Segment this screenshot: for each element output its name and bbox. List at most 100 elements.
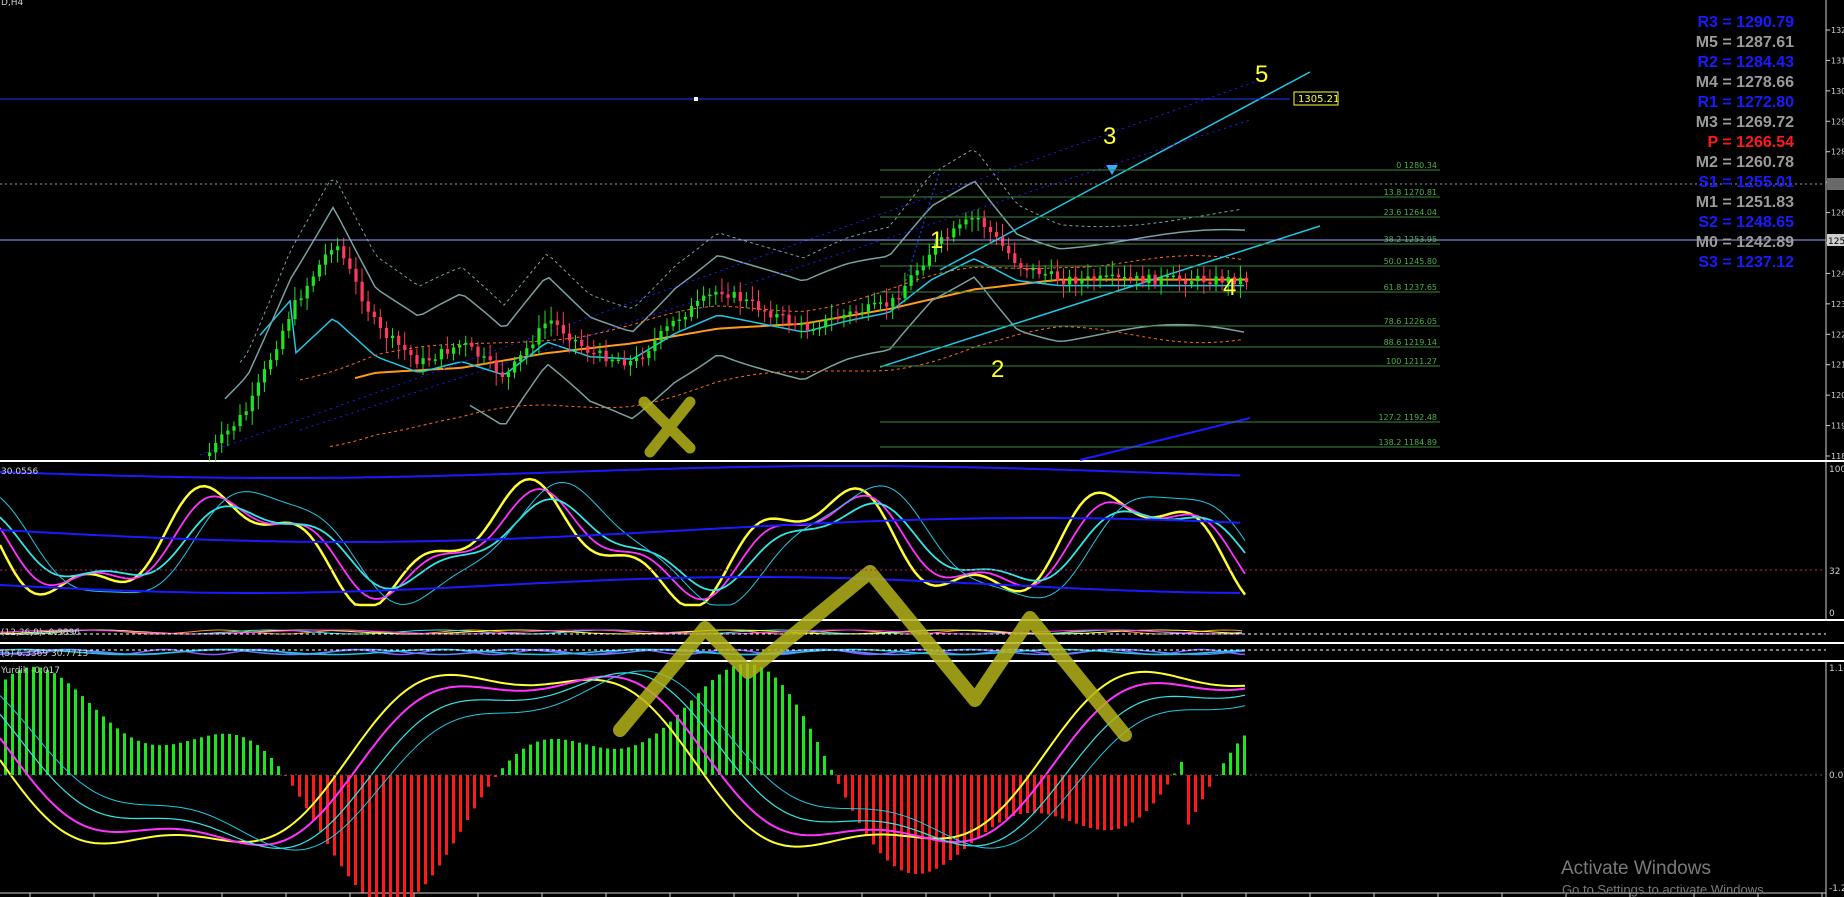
- candle-body: [830, 317, 834, 320]
- candle-body: [1013, 253, 1017, 264]
- wave-label-3: 3: [1103, 123, 1116, 150]
- candle-body: [244, 411, 248, 415]
- histogram-bar: [1159, 775, 1162, 795]
- candle-body: [1092, 276, 1096, 281]
- candle-body: [482, 356, 486, 358]
- candle-body: [683, 316, 687, 320]
- candle-body: [494, 360, 498, 373]
- histogram-bar: [851, 775, 854, 811]
- pivot-m2: M2 = 1260.78: [1695, 154, 1794, 171]
- histogram-bar: [501, 768, 504, 775]
- histogram-bar: [249, 740, 252, 775]
- candle-body: [610, 359, 614, 362]
- candle-body: [970, 218, 974, 220]
- candle-body: [1245, 277, 1249, 283]
- candle-body: [665, 326, 669, 332]
- wave-label-5: 5: [1255, 61, 1268, 88]
- histogram-bar: [1124, 775, 1127, 827]
- histogram-bar: [382, 775, 385, 897]
- histogram-bar: [1145, 775, 1148, 812]
- stoch-tick-0: 0: [1829, 609, 1835, 619]
- histogram-bar: [1243, 735, 1246, 775]
- candle-body: [836, 317, 840, 320]
- candle-body: [976, 217, 980, 220]
- histogram-bar: [403, 775, 406, 897]
- histogram-bar: [900, 775, 903, 871]
- histogram-bar: [592, 746, 595, 775]
- histogram-bar: [466, 775, 469, 821]
- candle-body: [250, 395, 254, 412]
- trend-dotted-2: [199, 79, 1261, 456]
- histogram-bar: [431, 775, 434, 876]
- histogram-bar: [788, 694, 791, 775]
- candle-body: [287, 319, 291, 331]
- axis-tick-label: 129: [1831, 117, 1844, 126]
- histogram-bar: [116, 728, 119, 775]
- fib-level-label: 100 1211.27: [1386, 357, 1437, 366]
- candle-body: [586, 345, 590, 353]
- candle-body: [1049, 271, 1053, 274]
- histogram-bar: [11, 673, 14, 775]
- histogram-bar: [417, 775, 420, 892]
- candle-body: [427, 358, 431, 361]
- candle-body: [1098, 275, 1102, 281]
- histogram-bar: [662, 727, 665, 775]
- trend-solid-low: [1079, 417, 1251, 461]
- candle-body: [555, 320, 559, 325]
- fib-level-label: 23.6 1264.04: [1384, 208, 1437, 217]
- histogram-bar: [396, 775, 399, 897]
- histogram-bar: [844, 775, 847, 798]
- candle-body: [537, 328, 541, 345]
- pivot-s3: S3 = 1237.12: [1698, 254, 1794, 271]
- candle-body: [262, 369, 267, 383]
- candle-body: [1086, 276, 1090, 279]
- candle-body: [927, 254, 931, 266]
- candle-body: [689, 305, 694, 317]
- candle-body: [433, 359, 437, 361]
- candle-body: [671, 320, 675, 327]
- stoch-tick-100: 100: [1829, 465, 1844, 475]
- fib-level-label: 138.2 1184.89: [1378, 438, 1437, 447]
- histogram-bar: [599, 747, 602, 775]
- candle-body: [885, 302, 889, 307]
- candle-body: [1062, 280, 1066, 285]
- trading-chart[interactable]: 0 1280.3413.8 1270.8123.6 1264.0438.2 12…: [0, 0, 1844, 897]
- candle-body: [738, 291, 742, 302]
- candle-body: [439, 349, 443, 360]
- fib-level-label: 127.2 1192.48: [1378, 413, 1437, 422]
- histogram-bar: [809, 728, 812, 775]
- histogram-bar: [781, 685, 784, 775]
- candle-body: [464, 342, 468, 345]
- histogram-bar: [445, 775, 448, 855]
- histogram-bar: [88, 702, 91, 775]
- candle-body: [1171, 275, 1175, 278]
- candle-body: [519, 355, 523, 362]
- candle-body: [1184, 280, 1188, 285]
- histogram-bar: [620, 748, 623, 775]
- candle-body: [1208, 282, 1212, 285]
- candle-body: [525, 348, 529, 356]
- axis-tick-label: 124: [1831, 269, 1844, 278]
- fib-level-label: 50.0 1245.80: [1384, 257, 1437, 266]
- candle-body: [1165, 275, 1169, 278]
- price-line-handle[interactable]: [694, 97, 698, 101]
- candle-body: [1043, 273, 1047, 276]
- candle-body: [409, 349, 413, 356]
- dotted-price-tag: [1827, 178, 1844, 190]
- histogram-bar: [389, 775, 392, 897]
- candle-body: [561, 324, 565, 334]
- histogram-bar: [137, 740, 140, 775]
- candle-body: [946, 237, 950, 239]
- histogram-bar: [571, 741, 574, 775]
- candle-body: [818, 327, 822, 330]
- candle-body: [1001, 236, 1005, 246]
- histogram-bar: [557, 739, 560, 775]
- pivot-p: P = 1266.54: [1707, 134, 1794, 151]
- candle-body: [891, 297, 895, 307]
- histogram-bar: [1110, 775, 1113, 830]
- candle-body: [708, 294, 712, 297]
- histogram-bar: [760, 667, 763, 775]
- histogram-bar: [1082, 775, 1085, 827]
- candle-body: [903, 285, 907, 299]
- candle-body: [1153, 274, 1157, 285]
